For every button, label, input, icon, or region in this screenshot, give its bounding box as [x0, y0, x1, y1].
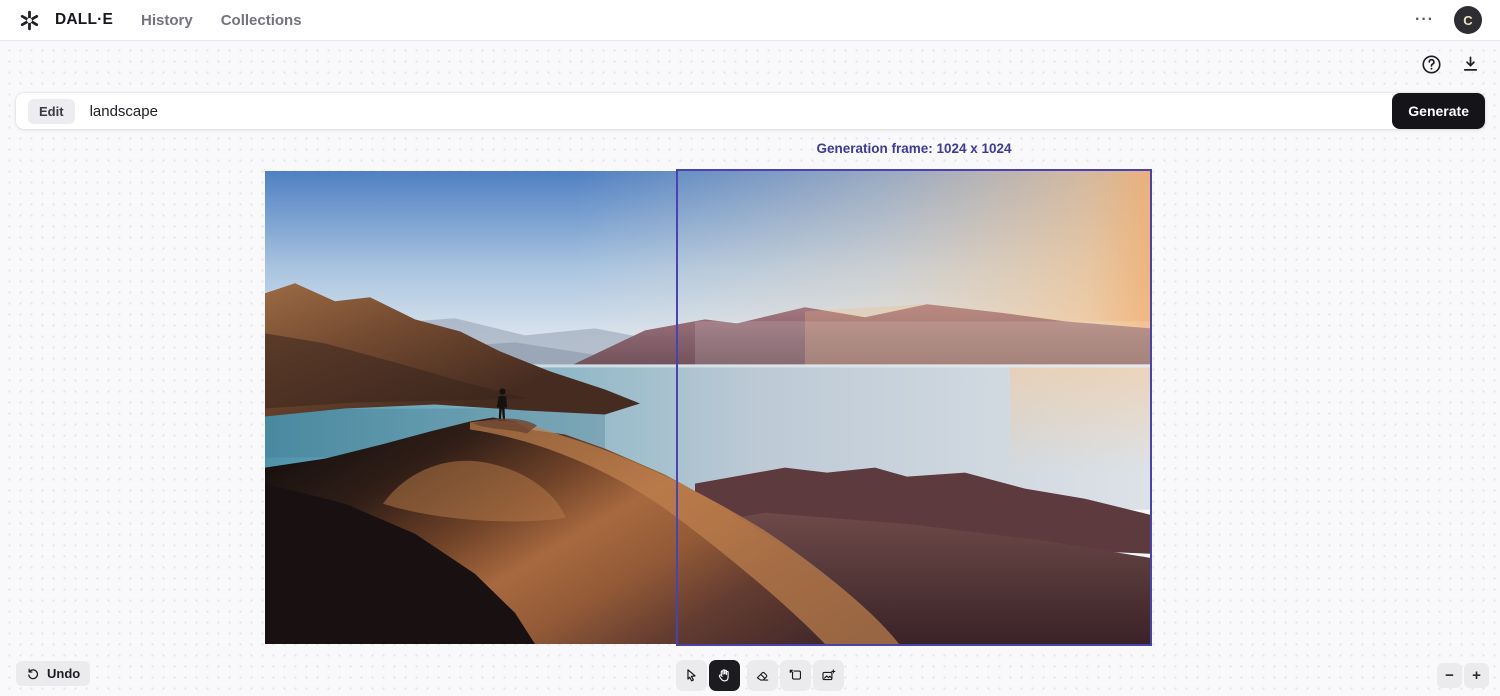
zoom-out-button[interactable]: −: [1437, 663, 1462, 688]
tool-group-navigation: [676, 660, 740, 691]
generation-frame-label: Generation frame: 1024 x 1024: [677, 141, 1151, 156]
canvas-actions: [1418, 51, 1483, 77]
generation-frame[interactable]: [676, 169, 1152, 646]
brand-title: DALL·E: [55, 11, 113, 29]
openai-logo-glyph: [18, 9, 41, 32]
tool-group-editing: [747, 660, 844, 691]
select-tool-button[interactable]: [676, 660, 707, 691]
header-right: ··· C: [1411, 6, 1482, 34]
cursor-arrow-icon: [683, 667, 700, 684]
prompt-input[interactable]: [90, 103, 1393, 120]
frame-icon: [787, 667, 804, 684]
generate-button[interactable]: Generate: [1392, 93, 1485, 129]
eraser-tool-button[interactable]: [747, 660, 778, 691]
overflow-menu-icon[interactable]: ···: [1411, 10, 1438, 30]
avatar[interactable]: C: [1454, 6, 1482, 34]
zoom-in-button[interactable]: +: [1464, 663, 1489, 688]
download-button[interactable]: [1457, 51, 1483, 77]
top-header: DALL·E History Collections ··· C: [0, 0, 1500, 41]
undo-button[interactable]: Undo: [16, 661, 90, 686]
hand-icon: [716, 667, 733, 684]
main-nav: History Collections: [141, 12, 302, 29]
add-image-icon: [820, 667, 837, 684]
add-image-tool-button[interactable]: [813, 660, 844, 691]
undo-icon: [26, 666, 41, 681]
prompt-bar: Edit Generate: [16, 93, 1485, 129]
edit-mode-chip[interactable]: Edit: [28, 99, 75, 124]
zoom-controls: − +: [1437, 663, 1489, 688]
question-mark-icon: [1420, 53, 1443, 76]
openai-logo-icon[interactable]: [18, 9, 41, 32]
nav-item-collections[interactable]: Collections: [221, 12, 302, 29]
nav-item-history[interactable]: History: [141, 12, 193, 29]
eraser-icon: [754, 667, 771, 684]
generation-frame-tool-button[interactable]: [780, 660, 811, 691]
tool-bar: [676, 660, 844, 691]
dalle-editor-app: DALL·E History Collections ··· C: [0, 0, 1500, 696]
help-button[interactable]: [1418, 51, 1444, 77]
editor-canvas[interactable]: Edit Generate Generation frame: 1024 x 1…: [0, 41, 1500, 696]
pan-tool-button[interactable]: [709, 660, 740, 691]
download-icon: [1459, 53, 1482, 76]
undo-label: Undo: [47, 666, 80, 681]
